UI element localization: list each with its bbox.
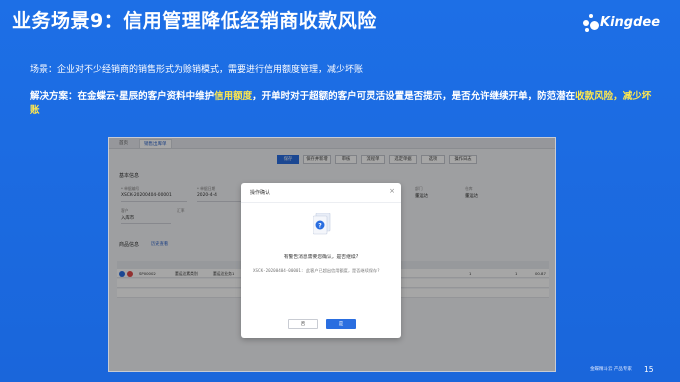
footer-logo: 金蝶精斗云 产品专家 [590,367,632,372]
dialog-header: 操作确认 × [241,183,401,203]
question-document-icon: ? [313,213,331,235]
kingdee-logo-text: Kingdee [600,15,661,30]
page-number: 15 [644,365,654,374]
close-icon[interactable]: × [389,187,395,195]
kingdee-logo-icon [583,14,601,34]
solution-part2: ，开单时对于超额的客户可灵活设置是否提示，是否允许继续开单，防范潜在 [252,91,576,102]
highlight-collection-risk: 收款风险 [575,91,614,102]
scene-text: 场景：企业对不少经销商的销售形式为赊销模式，需要进行信用额度管理，减少坏账 [30,65,364,75]
solution-part3: ， [613,91,623,102]
solution-text: 解决方案：在金蝶云·星辰的客户资料中维护信用额度，开单时对于超额的客户可灵活设置… [30,90,658,118]
highlight-credit-limit: 信用额度 [214,91,253,102]
yes-button[interactable]: 是 [326,319,356,329]
page-title: 业务场景9：信用管理降低经销商收款风险 [12,10,377,32]
dialog-message: XSCK-20200404-00001: 此客户已超出信用额度，是否继续保存? [253,268,380,273]
solution-part1: 解决方案：在金蝶云·星辰的客户资料中维护 [30,91,215,102]
dialog-title: 操作确认 [250,190,271,196]
kingdee-logo: Kingdee [583,14,673,36]
confirm-dialog: 操作确认 × ? 有警告消息需要您确认，是否继续? XSCK-20200404-… [241,183,401,338]
slide: 业务场景9：信用管理降低经销商收款风险 Kingdee 场景：企业对不少经销商的… [0,0,680,382]
svg-text:?: ? [318,222,322,229]
dialog-question: 有警告消息需要您确认，是否继续? [283,255,359,260]
no-button[interactable]: 否 [288,319,318,329]
